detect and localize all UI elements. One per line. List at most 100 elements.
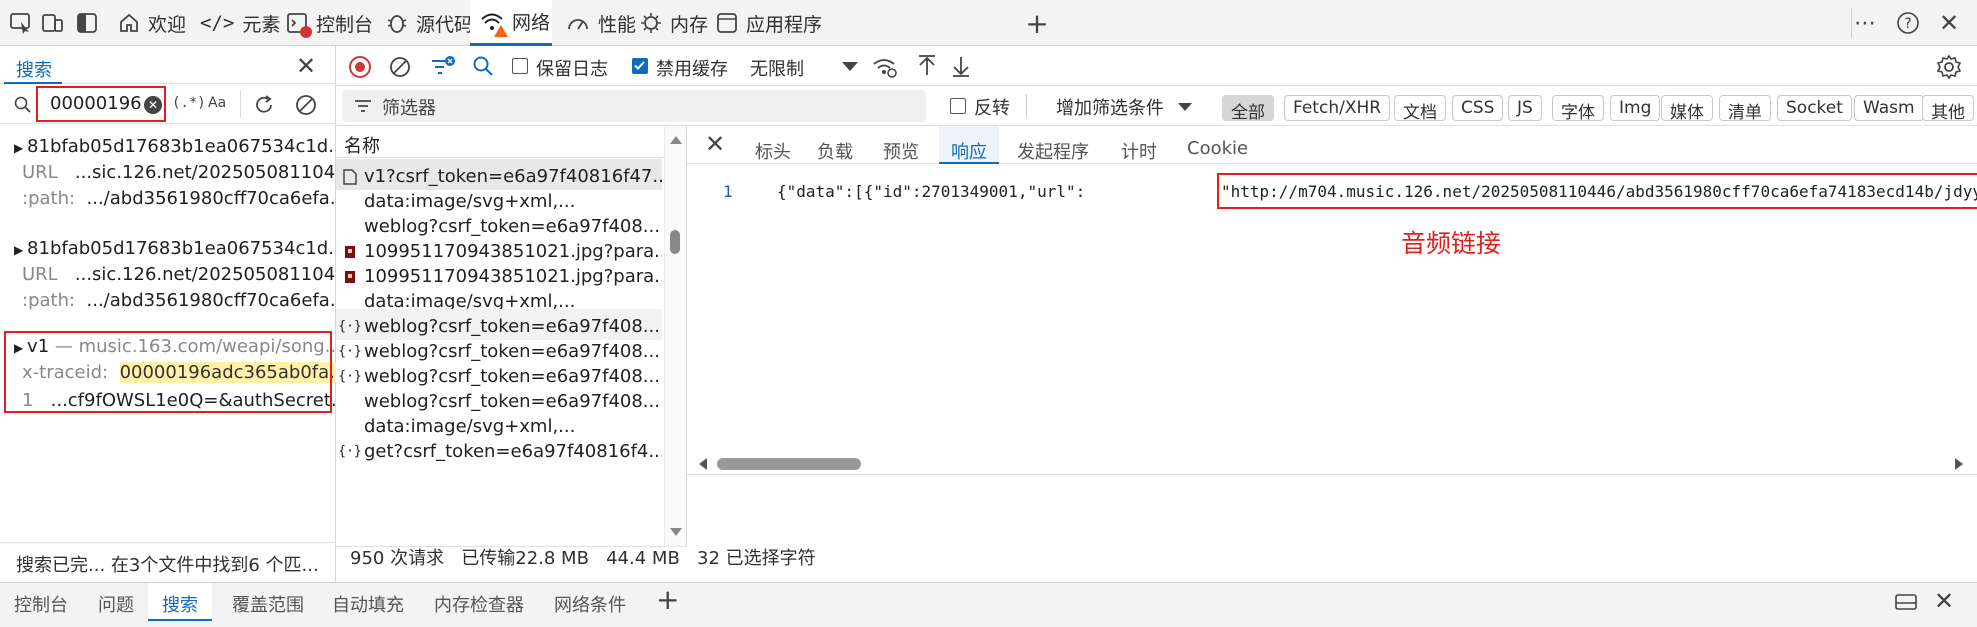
response-code-prefix[interactable]: {"data":[{"id":2701349001,"url": — [777, 182, 1085, 201]
clear-results-icon[interactable] — [294, 93, 318, 117]
import-icon[interactable] — [916, 54, 938, 78]
tab-memory[interactable]: 内存 — [630, 0, 718, 46]
more-filters-dropdown[interactable]: 增加筛选条件 — [1056, 94, 1164, 120]
blank-icon — [342, 194, 358, 210]
filter-input[interactable]: 筛选器 — [342, 90, 926, 122]
filter-chip-wasm[interactable]: Wasm — [1854, 95, 1924, 121]
tab-console[interactable]: 控制台 — [276, 0, 383, 46]
search-result-file[interactable]: ▶ 81bfab05d17683b1ea067534c1d... — [0, 136, 336, 157]
filter-chip-all[interactable]: 全部 — [1222, 95, 1274, 123]
blank-icon — [342, 294, 358, 310]
filter-chip-img[interactable]: Img — [1610, 95, 1661, 121]
preserve-log-checkbox[interactable] — [512, 58, 528, 74]
network-summary: 950 次请求 已传输22.8 MB 44.4 MB 条 — [350, 544, 686, 570]
invert-checkbox[interactable] — [950, 98, 966, 114]
image-icon — [342, 269, 358, 285]
request-details: ✕ 标头 负载 预览 响应 发起程序 计时 Cookie 1 {"data":[… — [687, 126, 1977, 582]
scroll-right-icon[interactable] — [1955, 458, 1963, 470]
tab-network[interactable]: 网络 — [470, 0, 552, 46]
tab-welcome[interactable]: 欢迎 — [108, 0, 196, 46]
add-drawer-tab-icon[interactable]: + — [656, 583, 679, 616]
search-panel-tab[interactable]: 搜索 — [4, 46, 62, 84]
filter-chip-socket[interactable]: Socket — [1777, 95, 1852, 121]
add-tab-icon[interactable]: + — [1022, 7, 1052, 40]
network-conditions-icon[interactable] — [872, 55, 898, 79]
tab-timing[interactable]: 计时 — [1121, 126, 1157, 164]
drawer-tab-console[interactable]: 控制台 — [14, 583, 68, 621]
drawer-tab-memory-inspector[interactable]: 内存检查器 — [434, 583, 524, 621]
search-result-line[interactable]: :path: .../abd3561980cff70ca6efa... — [0, 188, 336, 209]
tab-payload[interactable]: 负载 — [817, 126, 853, 164]
disable-cache-checkbox[interactable] — [632, 58, 648, 74]
line-number: 1 — [723, 182, 733, 201]
inspect-icon[interactable] — [6, 8, 36, 38]
horizontal-scrollbar[interactable] — [687, 454, 1977, 474]
refresh-icon[interactable] — [252, 93, 276, 117]
filter-chip-media[interactable]: 媒体 — [1661, 95, 1713, 123]
tab-sources[interactable]: 源代码 — [376, 0, 483, 46]
chevron-down-icon[interactable] — [842, 62, 858, 71]
divider — [240, 90, 241, 118]
svg-text:?: ? — [1904, 16, 1911, 32]
throttle-select[interactable]: 无限制 — [750, 55, 804, 81]
tab-sources-label: 源代码 — [416, 13, 474, 36]
search-result-line[interactable]: :path: .../abd3561980cff70ca6efa... — [0, 290, 336, 311]
scroll-thumb[interactable] — [717, 458, 861, 470]
tab-headers[interactable]: 标头 — [755, 126, 791, 164]
scroll-up-icon[interactable] — [670, 136, 682, 144]
filter-placeholder: 筛选器 — [382, 98, 436, 119]
filter-chip-js[interactable]: JS — [1508, 95, 1542, 121]
request-list-scrollbar[interactable] — [664, 126, 686, 546]
name-column-header[interactable]: 名称 — [336, 126, 687, 158]
device-toggle-icon[interactable] — [38, 8, 68, 38]
close-details-icon[interactable]: ✕ — [705, 130, 725, 158]
tab-response[interactable]: 响应 — [939, 126, 999, 164]
match-case-toggle[interactable]: Aa — [208, 95, 226, 111]
drawer-tab-autofill[interactable]: 自动填充 — [332, 583, 404, 621]
chevron-down-icon[interactable] — [1178, 103, 1192, 111]
filter-toggle-icon[interactable] — [430, 55, 456, 79]
filter-chip-fetch-xhr[interactable]: Fetch/XHR — [1284, 95, 1391, 121]
tab-elements-label: 元素 — [242, 13, 281, 36]
search-result-line[interactable]: URL ...sic.126.net/202505081104... — [0, 162, 336, 183]
scroll-down-icon[interactable] — [670, 528, 682, 536]
scroll-thumb[interactable] — [670, 230, 680, 254]
filter-chip-other[interactable]: 其他 — [1922, 95, 1974, 123]
dock-drawer-icon[interactable] — [1894, 591, 1918, 613]
search-result-line[interactable]: URL ...sic.126.net/202505081104... — [0, 264, 336, 285]
filter-chip-css[interactable]: CSS — [1452, 95, 1504, 121]
more-options-icon[interactable]: ⋯ — [1850, 8, 1880, 38]
console-icon — [286, 12, 312, 38]
request-list: 名称 v1?csrf_token=e6a97f40816f47... data:i… — [336, 126, 687, 546]
help-icon[interactable]: ? — [1893, 8, 1923, 38]
tab-cookie[interactable]: Cookie — [1187, 126, 1248, 164]
scroll-left-icon[interactable] — [699, 458, 707, 470]
filter-icon — [355, 100, 371, 112]
search-network-icon[interactable] — [472, 55, 494, 77]
filter-chip-manifest[interactable]: 清单 — [1719, 95, 1771, 123]
devtools-tab-bar: 欢迎 </> 元素 控制台 源代码 网络 性能 内存 应用程序 + ⋯ ? ✕ — [0, 0, 1977, 46]
line-value: ...sic.126.net/202505081104... — [74, 264, 336, 285]
tab-initiator[interactable]: 发起程序 — [1017, 126, 1089, 164]
regex-toggle[interactable]: (.*) — [172, 95, 206, 111]
drawer-tab-issues[interactable]: 问题 — [98, 583, 134, 621]
sidebar-toggle-icon[interactable] — [72, 8, 102, 38]
settings-gear-icon[interactable] — [1936, 54, 1962, 80]
tab-memory-label: 内存 — [670, 13, 709, 36]
fetch-icon: {·} — [338, 369, 362, 384]
export-icon[interactable] — [950, 54, 972, 78]
drawer-tab-search[interactable]: 搜索 — [148, 583, 212, 621]
filter-chip-document[interactable]: 文档 — [1394, 95, 1446, 123]
close-drawer-icon[interactable]: ✕ — [1934, 587, 1954, 615]
filter-chip-font[interactable]: 字体 — [1552, 95, 1604, 123]
close-devtools-icon[interactable]: ✕ — [1934, 8, 1964, 38]
record-stop-icon[interactable] — [348, 55, 372, 79]
drawer-tab-network-conditions[interactable]: 网络条件 — [554, 583, 626, 621]
search-result-file[interactable]: ▶ 81bfab05d17683b1ea067534c1d... — [0, 238, 336, 259]
request-row[interactable]: {·} get?csrf_token=e6a97f40816f4... — [336, 434, 662, 465]
tab-preview[interactable]: 预览 — [883, 126, 919, 164]
drawer-tab-coverage[interactable]: 覆盖范围 — [232, 583, 304, 621]
tab-application[interactable]: 应用程序 — [706, 0, 832, 46]
clear-icon[interactable] — [388, 55, 412, 79]
close-search-icon[interactable]: ✕ — [296, 52, 316, 80]
